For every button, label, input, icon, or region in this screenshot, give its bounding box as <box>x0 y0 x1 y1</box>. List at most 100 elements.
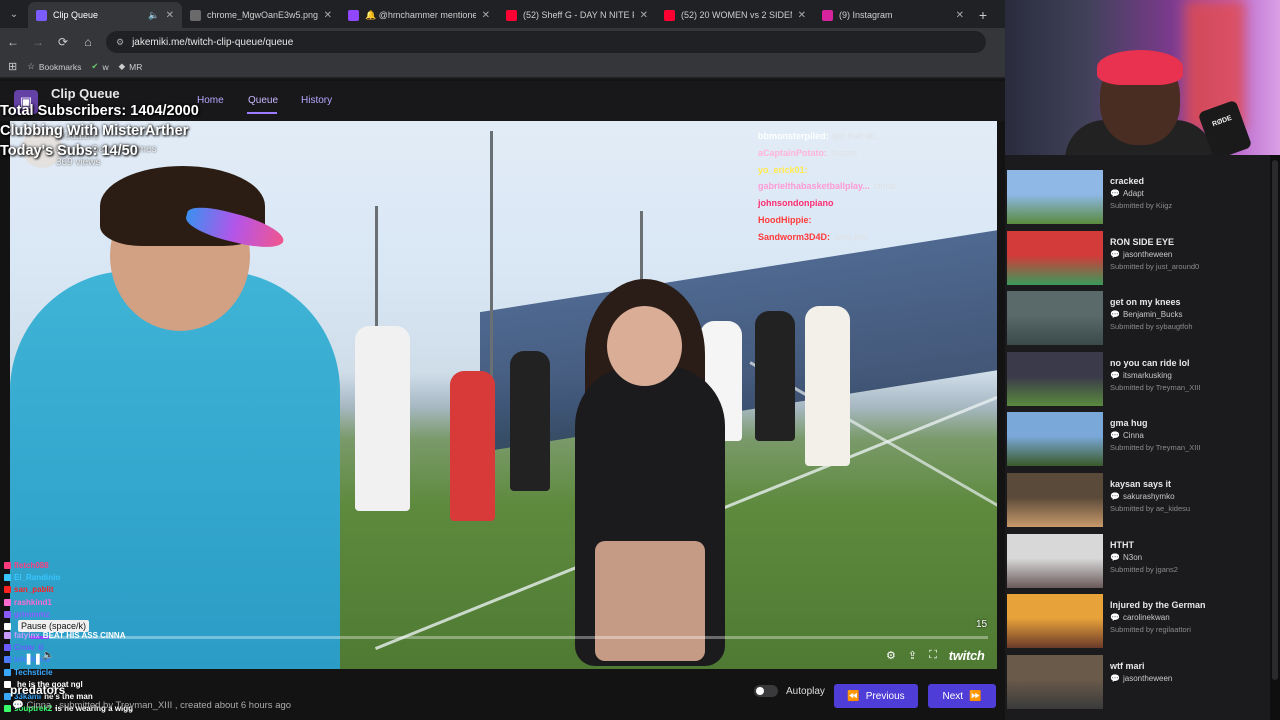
clip-thumbnail[interactable] <box>1007 230 1103 285</box>
chat-badge-icon <box>4 668 11 676</box>
queue-item-author: 💬 jasontheween <box>1110 250 1199 259</box>
volume-button[interactable]: 🔈 <box>42 650 54 661</box>
queue-item[interactable]: gma hug 💬 Cinna Submitted by Treyman_XIII <box>1007 412 1267 473</box>
queue-item[interactable]: wtf mari 💬 jasontheween <box>1007 654 1267 716</box>
bookmark-folder[interactable]: ☆ Bookmarks <box>27 61 81 72</box>
clip-thumbnail[interactable] <box>1007 291 1103 346</box>
player-controls: ⚙ ⇪ ⛶ twitch <box>886 648 985 663</box>
browser-tab[interactable]: 🔔 @hmchammer mentioned ✕ <box>340 2 498 28</box>
twitch-logo[interactable]: twitch <box>949 648 985 663</box>
close-tab-icon[interactable]: ✕ <box>166 10 174 21</box>
nav-history[interactable]: History <box>301 95 332 106</box>
bookmark-icon: ◆ <box>118 61 126 71</box>
close-tab-icon[interactable]: ✕ <box>956 10 964 21</box>
clip-thumbnail[interactable] <box>1007 472 1103 527</box>
clip-thumbnail[interactable] <box>1007 351 1103 406</box>
browser-tab[interactable]: Clip Queue 🔈 ✕ <box>28 2 182 28</box>
settings-icon[interactable]: ⚙ <box>886 649 896 662</box>
browser-tab[interactable]: (52) 20 WOMEN vs 2 SIDEMEN ✕ <box>656 2 814 28</box>
browser-tab[interactable]: chrome_MgwOanE3w5.png (4... ✕ <box>182 2 340 28</box>
clip-title-overlay: predators <box>10 683 66 697</box>
play-pause-button[interactable]: ❚❚ <box>24 652 42 665</box>
queue-item[interactable]: Injured by the German 💬 carolinekwan Submit… <box>1007 594 1267 655</box>
bookmark-label: Bookmarks <box>38 61 82 72</box>
arrow-left-icon: ← <box>7 35 19 49</box>
queue-item[interactable]: kaysan says it 💬 sakurashymko Submitted by … <box>1007 472 1267 534</box>
queue-item[interactable]: no you can ride lol 💬 itsmarkusking Submitt… <box>1007 351 1267 413</box>
tab-title: (52) Sheff G - DAY N NITE Free <box>523 10 634 20</box>
chat-username: san_pablit <box>14 585 54 595</box>
queue-item-text: RON SIDE EYE 💬 jasontheween Submitted by ju… <box>1110 231 1199 292</box>
close-tab-icon[interactable]: ✕ <box>640 10 648 21</box>
tab-favicon-icon <box>36 9 47 21</box>
clip-thumbnail[interactable] <box>1007 412 1103 467</box>
speaker-icon[interactable]: 🔈 <box>148 10 159 21</box>
next-button[interactable]: Next ⏩ <box>928 684 996 708</box>
fullscreen-icon[interactable]: ⛶ <box>929 649 937 662</box>
chevron-down-icon: ⌄ <box>9 8 19 20</box>
tab-search-button[interactable]: ⌄ <box>0 0 28 28</box>
previous-button[interactable]: ⏪ Previous <box>834 684 918 708</box>
queue-item-text: no you can ride lol 💬 itsmarkusking Submitt… <box>1110 352 1200 413</box>
video-time: 15 <box>976 619 988 630</box>
apps-icon[interactable]: ⊞ <box>8 60 17 73</box>
author-name: Adapt <box>1122 189 1144 198</box>
next-label: Next <box>942 690 964 702</box>
clip-thumbnail[interactable] <box>1007 170 1103 224</box>
queue-item[interactable]: RON SIDE EYE 💬 jasontheween Submitted by ju… <box>1007 230 1267 292</box>
reload-button[interactable]: ⟳ <box>51 30 75 54</box>
tab-title: (52) 20 WOMEN vs 2 SIDEMEN <box>681 10 792 20</box>
active-tab-indicator <box>247 112 277 114</box>
share-icon[interactable]: ⇪ <box>908 649 917 662</box>
pause-tooltip: Pause (space/k) <box>18 620 90 632</box>
queue-item-submitter: Submitted by just_around0 <box>1110 261 1200 271</box>
queue-item[interactable]: HTHT 💬 N3on Submitted by jgans2 <box>1007 533 1267 595</box>
tab-title: chrome_MgwOanE3w5.png (4... <box>207 10 318 20</box>
autoplay-toggle[interactable]: Autoplay <box>754 685 825 697</box>
queue-item-submitter: Submitted by ae_kidesu <box>1110 503 1191 513</box>
chat-message: Sandworm3D4D: omg bro <box>758 229 958 246</box>
queue-item-title: HTHT <box>1110 539 1134 550</box>
chat-message: bbmonsterpiled: got that ab... <box>758 128 958 145</box>
queue-item[interactable]: get on my knees 💬 Benjamin_Bucks Submitted … <box>1007 291 1267 352</box>
browser-tab[interactable]: (52) Sheff G - DAY N NITE Free ✕ <box>498 2 656 28</box>
scrollbar-thumb[interactable] <box>1272 160 1278 680</box>
forward-button[interactable]: → <box>26 30 50 54</box>
clip-info: 💬 Cinna , submitted by Treyman_XIII , cr… <box>12 700 291 711</box>
nav-queue[interactable]: Queue <box>248 95 278 106</box>
close-tab-icon[interactable]: ✕ <box>324 10 332 21</box>
back-button[interactable]: ← <box>1 30 25 54</box>
chat-username: yo_erick01: <box>758 164 808 175</box>
home-button[interactable]: ⌂ <box>76 30 100 54</box>
url-text: jakemiki.me/twitch-clip-queue/queue <box>132 36 294 48</box>
site-info-icon[interactable]: ⚙ <box>116 37 124 48</box>
clip-thumbnail[interactable] <box>1007 594 1103 649</box>
close-tab-icon[interactable]: ✕ <box>798 10 806 21</box>
clip-thumbnail[interactable] <box>1007 654 1103 709</box>
close-tab-icon[interactable]: ✕ <box>482 10 490 21</box>
progress-bar[interactable] <box>30 636 988 639</box>
queue-item-submitter: Submitted by Treyman_XIII <box>1110 382 1201 392</box>
previous-label: Previous <box>865 690 905 702</box>
chat-badge-icon <box>4 586 11 594</box>
total-subscribers: Total Subscribers: 1404/2000 <box>0 103 199 119</box>
chat-message: yo_erick01: <box>758 162 958 179</box>
reload-icon: ⟳ <box>57 35 69 49</box>
toggle-switch[interactable] <box>754 685 778 697</box>
bookmark-item[interactable]: ✔ w <box>91 61 108 72</box>
new-tab-button[interactable]: + <box>972 2 994 28</box>
queue-item-author: 💬 Benjamin_Bucks <box>1110 310 1193 319</box>
chat-username: aCaptainPotato: <box>758 147 828 158</box>
bookmark-item[interactable]: ◆ MR <box>119 61 143 72</box>
clip-thumbnail[interactable] <box>1007 533 1103 588</box>
address-bar[interactable]: ⚙ jakemiki.me/twitch-clip-queue/queue <box>106 31 986 53</box>
nav-home[interactable]: Home <box>197 95 224 106</box>
chat-badge-icon <box>4 623 11 631</box>
author-name: jasontheween <box>1122 673 1173 683</box>
background-person <box>510 351 550 491</box>
bookmark-label: w <box>102 61 109 72</box>
chat-bubble-icon: 💬 <box>1110 552 1120 562</box>
queue-item[interactable]: cracked 💬 Adapt Submitted by Kiigz <box>1007 170 1267 231</box>
chat-bubble-icon: 💬 <box>1110 249 1120 259</box>
browser-tab[interactable]: (9) Instagram ✕ <box>814 2 972 28</box>
